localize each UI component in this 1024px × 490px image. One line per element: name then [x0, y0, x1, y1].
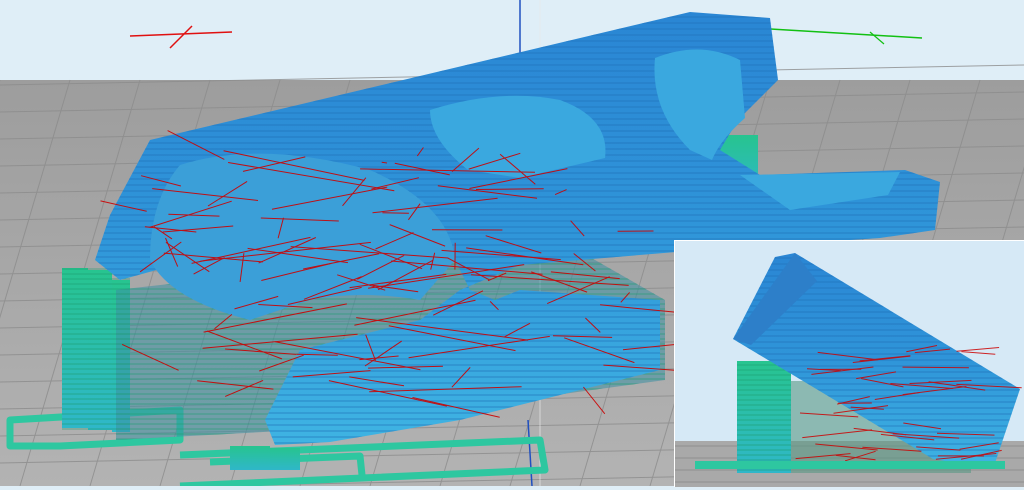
support-tower: [230, 446, 270, 470]
inset-raft: [695, 461, 1005, 469]
inset-side-view[interactable]: [674, 240, 1024, 487]
inset-canvas: [675, 241, 1024, 487]
3d-viewport[interactable]: [0, 0, 1024, 486]
support-tower: [270, 448, 300, 470]
